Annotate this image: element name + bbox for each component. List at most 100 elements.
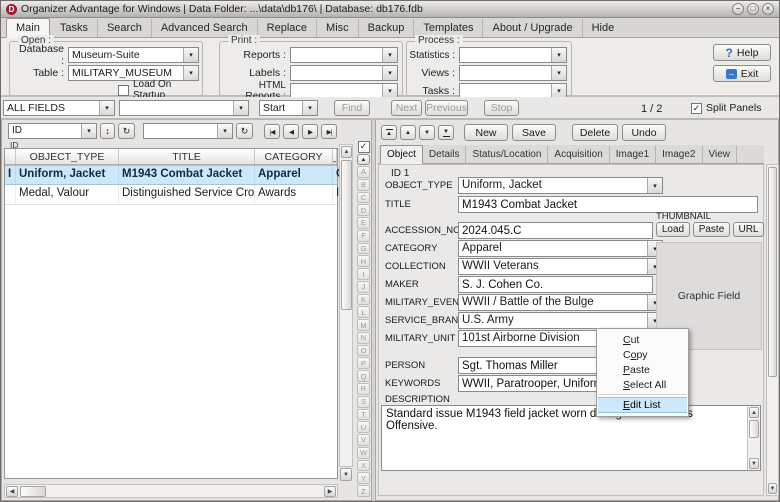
split-panels-checkbox[interactable] [691, 102, 702, 114]
stop-button[interactable]: Stop [484, 100, 519, 116]
tab-hide[interactable]: Hide [583, 19, 624, 37]
alphabet-letter[interactable]: T [357, 408, 370, 421]
alphabet-letter[interactable]: B [357, 178, 370, 191]
alphabet-letter[interactable]: C [357, 191, 370, 204]
table-row[interactable]: I Uniform, Jacket M1943 Combat Jacket Ap… [5, 165, 340, 185]
menu-item-edit-list[interactable]: Edit List [598, 397, 687, 413]
alphabet-letter[interactable]: A [357, 166, 370, 178]
first-record-button[interactable]: |◀ [264, 124, 280, 139]
tab-image2[interactable]: Image2 [656, 146, 703, 163]
menu-item-select-all[interactable]: Select All [597, 377, 688, 392]
menu-item-copy[interactable]: Co py [597, 347, 688, 362]
alphabet-letter[interactable]: Q [357, 370, 370, 383]
first-record-button[interactable]: ▲ [381, 125, 397, 140]
tab-search[interactable]: Search [98, 19, 152, 37]
scroll-thumb[interactable] [768, 167, 777, 377]
previous-record-button[interactable]: ▲ [400, 125, 416, 140]
reports-combo[interactable]: ▾ [290, 47, 398, 63]
database-combo[interactable]: Museum-Suite ▾ [68, 47, 199, 63]
maximize-button[interactable]: □ [747, 3, 759, 15]
last-record-button[interactable]: ▶| [321, 124, 337, 139]
labels-combo[interactable]: ▾ [290, 65, 398, 81]
scroll-down-button[interactable]: ▼ [749, 458, 759, 469]
refresh-button[interactable]: ↻ [118, 123, 135, 139]
tab-misc[interactable]: Misc [317, 19, 359, 37]
scroll-thumb[interactable] [20, 486, 46, 497]
title-input[interactable] [458, 196, 758, 213]
chevron-down-icon[interactable]: ▾ [81, 124, 96, 138]
last-record-button[interactable]: ▼ [438, 125, 454, 140]
alphabet-letter[interactable]: F [357, 229, 370, 242]
chevron-down-icon[interactable]: ▾ [382, 84, 397, 98]
alphabet-letter[interactable]: H [357, 255, 370, 268]
thumbnail-load-button[interactable]: Load [656, 222, 690, 237]
split-panels-toggle[interactable]: Split Panels [691, 102, 761, 114]
find-button[interactable]: Find [334, 100, 370, 116]
chevron-down-icon[interactable]: ▾ [382, 66, 397, 80]
alphabet-letter[interactable]: P [357, 357, 370, 370]
alphabet-letter[interactable]: E [357, 217, 370, 229]
chevron-down-icon[interactable]: ▾ [551, 66, 566, 80]
alphabet-letter[interactable]: K [357, 293, 370, 306]
chevron-down-icon[interactable]: ▾ [551, 84, 566, 98]
chevron-down-icon[interactable]: ▾ [647, 178, 662, 193]
help-button[interactable]: ? Help [713, 44, 771, 61]
table-row[interactable]: Medal, Valour Distinguished Service Cros… [5, 185, 340, 205]
scroll-left-button[interactable]: ◀ [6, 486, 18, 497]
tab-status-location[interactable]: Status/Location [466, 146, 549, 163]
alphabet-letter[interactable]: Z [357, 485, 370, 497]
collection-combo[interactable]: WWII Veterans ▾ [458, 258, 663, 275]
tab-backup[interactable]: Backup [359, 19, 415, 37]
tab-replace[interactable]: Replace [258, 19, 318, 37]
column-header-title[interactable]: TITLE [119, 149, 255, 164]
views-combo[interactable]: ▾ [459, 65, 567, 81]
thumbnail-url-button[interactable]: URL [733, 222, 764, 237]
sort-direction-button[interactable]: ↕ [100, 123, 115, 139]
tab-image1[interactable]: Image1 [610, 146, 657, 163]
next-record-button[interactable]: ▶ [302, 124, 318, 139]
column-header-object-type[interactable]: OBJECT_TYPE [16, 149, 119, 164]
alphabet-letter[interactable]: N [357, 331, 370, 344]
maker-input[interactable] [458, 276, 653, 293]
menu-item-paste[interactable]: Paste [597, 362, 688, 377]
thumbnail-paste-button[interactable]: Paste [693, 222, 730, 237]
alphabet-letter[interactable]: V [357, 434, 370, 446]
alphabet-scroll-up-button[interactable]: ▲ [357, 154, 370, 165]
statistics-combo[interactable]: ▾ [459, 47, 567, 63]
column-header-marker[interactable] [5, 149, 16, 164]
new-button[interactable]: New [464, 124, 508, 141]
close-button[interactable]: × [762, 3, 774, 15]
search-query-combo[interactable]: ▾ [119, 100, 249, 116]
military-event-combo[interactable]: WWII / Battle of the Bulge ▾ [458, 294, 663, 311]
filter-combo[interactable]: ▾ [143, 123, 233, 139]
load-on-startup-checkbox[interactable] [118, 84, 129, 96]
alphabet-letter[interactable]: J [357, 280, 370, 293]
sort-field-combo[interactable]: ID ▾ [8, 123, 97, 139]
tab-details[interactable]: Details [423, 146, 467, 163]
table-horizontal-scrollbar[interactable]: ◀ ▶ [4, 484, 338, 498]
previous-record-button[interactable]: ◀ [283, 124, 299, 139]
alphabet-letter[interactable]: I [357, 268, 370, 280]
alphabet-filter-checkbox[interactable] [357, 141, 370, 153]
service-branch-combo[interactable]: U.S. Army ▾ [458, 312, 663, 329]
delete-button[interactable]: Delete [572, 124, 618, 141]
alphabet-letter[interactable]: W [357, 446, 370, 459]
object-type-combo[interactable]: Uniform, Jacket ▾ [458, 177, 663, 194]
category-combo[interactable]: Apparel ▾ [458, 240, 663, 257]
chevron-down-icon[interactable]: ▾ [551, 48, 566, 62]
column-header-clipped[interactable]: _ [333, 149, 337, 164]
scroll-right-button[interactable]: ▶ [324, 486, 336, 497]
chevron-down-icon[interactable]: ▾ [183, 66, 198, 80]
alphabet-letter[interactable]: Y [357, 472, 370, 485]
chevron-down-icon[interactable]: ▾ [302, 101, 317, 115]
minimize-button[interactable]: − [732, 3, 744, 15]
tab-acquisition[interactable]: Acquisition [548, 146, 610, 163]
alphabet-letter[interactable]: U [357, 421, 370, 434]
search-mode-combo[interactable]: Start ▾ [259, 100, 318, 116]
scroll-thumb[interactable] [749, 420, 759, 438]
alphabet-letter[interactable]: R [357, 383, 370, 395]
alphabet-letter[interactable]: G [357, 242, 370, 255]
scroll-up-button[interactable]: ▲ [749, 407, 759, 418]
alphabet-letter[interactable]: X [357, 459, 370, 472]
alphabet-letter[interactable]: S [357, 395, 370, 408]
